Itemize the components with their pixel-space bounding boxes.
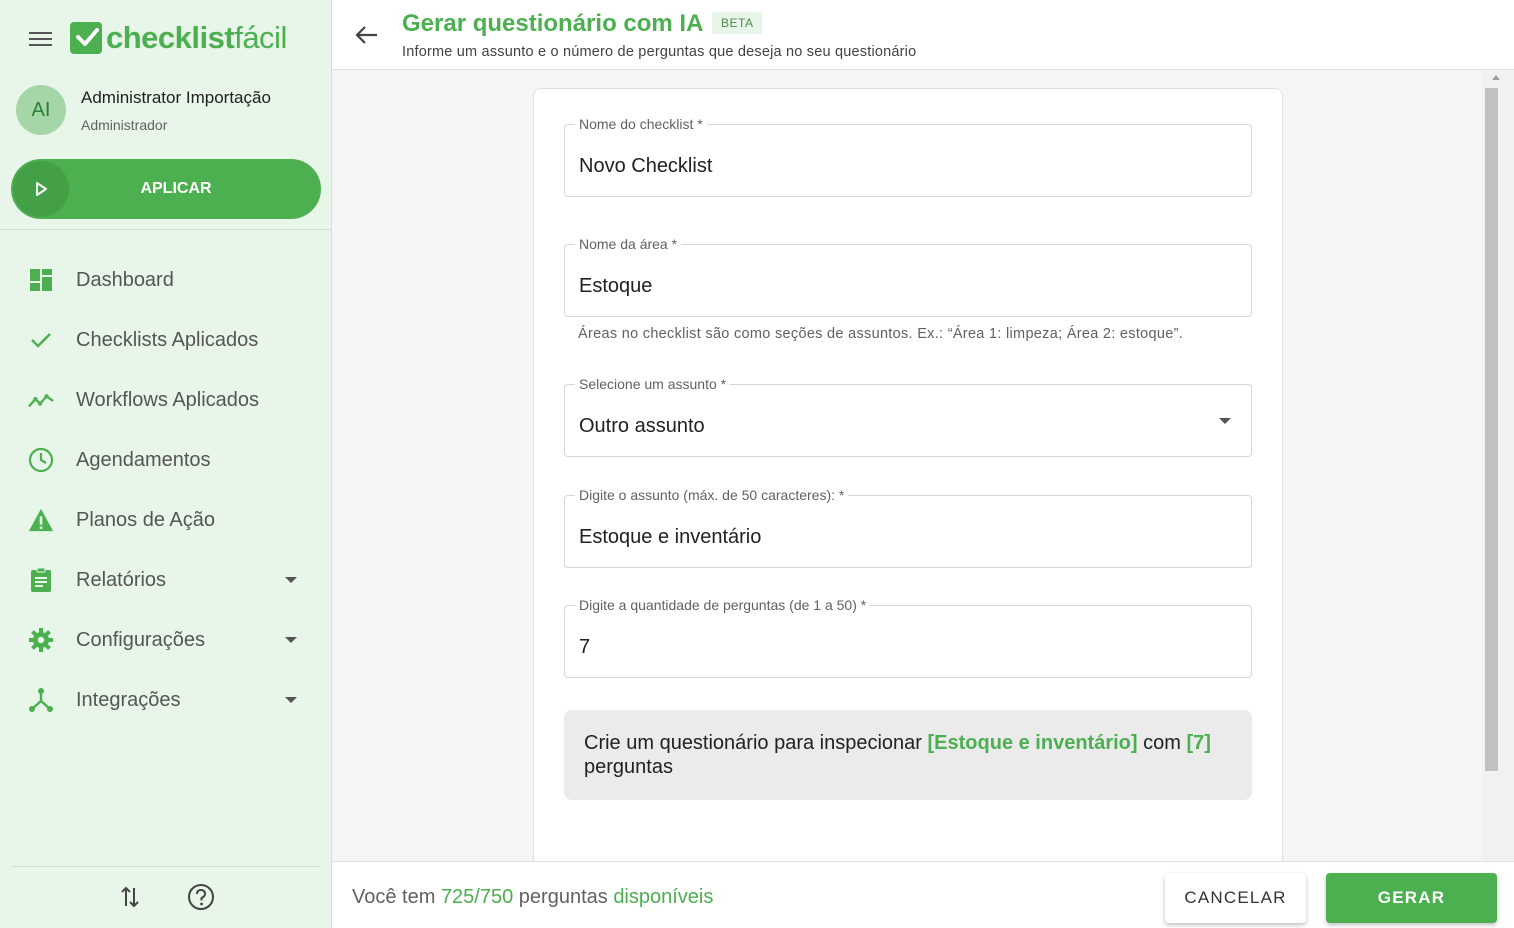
field-label: Digite a quantidade de perguntas (de 1 a… — [575, 597, 871, 613]
swap-vertical-icon[interactable] — [118, 884, 142, 915]
sidebar-footer — [0, 878, 331, 918]
check-icon — [28, 327, 54, 353]
sidebar-nav: Dashboard Checklists Aplicados Workflows… — [0, 250, 331, 730]
page-header: Gerar questionário com IA BETA Informe u… — [332, 0, 1514, 70]
warning-icon — [28, 507, 54, 533]
question-count-field[interactable]: Digite a quantidade de perguntas (de 1 a… — [564, 597, 1252, 678]
sidebar-item-label: Relatórios — [76, 568, 167, 591]
sidebar-item-label: Checklists Aplicados — [76, 328, 259, 351]
gear-icon — [28, 627, 54, 653]
apply-button[interactable]: APLICAR — [11, 159, 321, 219]
user-name: Administrator Importação — [81, 87, 271, 107]
integration-icon — [28, 687, 54, 713]
sidebar: checklistfácil AI Administrator Importaç… — [0, 0, 332, 928]
sidebar-item-label: Agendamentos — [76, 448, 211, 471]
field-value[interactable]: Estoque e inventário — [579, 526, 761, 549]
quota-value: 725/750 — [440, 886, 514, 908]
area-name-field[interactable]: Nome da área * Estoque — [564, 236, 1252, 317]
scrollbar[interactable] — [1482, 71, 1514, 861]
sidebar-item-label: Planos de Ação — [76, 508, 215, 531]
main-content: Nome do checklist * Novo Checklist Nome … — [332, 71, 1482, 861]
play-icon — [13, 161, 69, 217]
apply-button-label: APLICAR — [140, 180, 212, 197]
chevron-down-icon[interactable] — [285, 697, 297, 703]
sidebar-item-label: Dashboard — [76, 268, 174, 291]
sidebar-item-label: Configurações — [76, 628, 205, 651]
selected-value[interactable]: Outro assunto — [579, 415, 705, 438]
sidebar-item-integracoes[interactable]: Integrações — [0, 670, 331, 730]
quota-text: Você tem 725/750 perguntas disponíveis — [352, 886, 713, 909]
summary-suffix: perguntas — [584, 756, 673, 778]
sidebar-item-label: Workflows Aplicados — [76, 388, 260, 411]
sidebar-item-label: Integrações — [76, 688, 181, 711]
field-value[interactable]: Estoque — [579, 275, 652, 298]
sidebar-item-planos[interactable]: Planos de Ação — [0, 490, 331, 550]
user-profile[interactable]: AI Administrator Importação Administrado… — [16, 85, 271, 135]
summary-middle: com — [1137, 732, 1187, 754]
help-icon[interactable] — [187, 883, 215, 916]
quota-available: disponíveis — [613, 886, 714, 908]
page-footer: Você tem 725/750 perguntas disponíveis C… — [332, 861, 1514, 928]
field-label: Selecione um assunto * — [575, 376, 731, 392]
field-value[interactable]: Novo Checklist — [579, 155, 712, 178]
chevron-down-icon[interactable] — [285, 577, 297, 583]
cancel-button[interactable]: CANCELAR — [1165, 873, 1306, 923]
sidebar-item-agendamentos[interactable]: Agendamentos — [0, 430, 331, 490]
clock-icon — [28, 447, 54, 473]
scroll-up-icon[interactable] — [1492, 75, 1500, 80]
divider — [0, 229, 331, 230]
subject-select[interactable]: Selecione um assunto * Outro assunto — [564, 376, 1252, 457]
generate-button[interactable]: GERAR — [1326, 873, 1497, 923]
sidebar-item-workflows[interactable]: Workflows Aplicados — [0, 370, 331, 430]
avatar: AI — [16, 85, 66, 135]
sidebar-item-checklists[interactable]: Checklists Aplicados — [0, 310, 331, 370]
field-label: Digite o assunto (máx. de 50 caracteres)… — [575, 487, 849, 503]
trending-icon — [28, 387, 54, 413]
logo[interactable]: checklistfácil — [70, 18, 287, 58]
sidebar-item-dashboard[interactable]: Dashboard — [0, 250, 331, 310]
chevron-down-icon[interactable] — [285, 637, 297, 643]
menu-icon[interactable] — [26, 26, 56, 52]
quota-middle: perguntas — [513, 886, 614, 908]
summary-count: [7] — [1186, 732, 1211, 754]
field-label: Nome do checklist * — [575, 116, 707, 132]
logo-check-icon — [70, 22, 102, 54]
user-role: Administrador — [81, 116, 168, 133]
area-helper-text: Áreas no checklist são como seções de as… — [578, 326, 1184, 342]
divider — [11, 866, 321, 867]
summary-subject: [Estoque e inventário] — [927, 732, 1138, 754]
subject-text-field[interactable]: Digite o assunto (máx. de 50 caracteres)… — [564, 487, 1252, 568]
form-card: Nome do checklist * Novo Checklist Nome … — [533, 88, 1283, 861]
dashboard-icon — [28, 267, 54, 293]
field-value[interactable]: 7 — [579, 636, 590, 659]
sidebar-item-relatorios[interactable]: Relatórios — [0, 550, 331, 610]
dropdown-arrow-icon[interactable] — [1219, 418, 1231, 424]
clipboard-icon — [28, 567, 54, 593]
page-subtitle: Informe um assunto e o número de pergunt… — [402, 44, 917, 60]
scrollbar-thumb[interactable] — [1485, 88, 1498, 771]
field-label: Nome da área * — [575, 236, 682, 252]
logo-text: checklistfácil — [106, 20, 287, 55]
back-arrow-icon[interactable] — [354, 22, 380, 53]
sidebar-item-configuracoes[interactable]: Configurações — [0, 610, 331, 670]
page-title: Gerar questionário com IA — [402, 10, 704, 37]
quota-prefix: Você tem — [352, 886, 441, 908]
summary-prefix: Crie um questionário para inspecionar — [584, 732, 928, 754]
prompt-summary: Crie um questionário para inspecionar [E… — [564, 710, 1252, 800]
checklist-name-field[interactable]: Nome do checklist * Novo Checklist — [564, 116, 1252, 197]
beta-badge: BETA — [712, 12, 763, 34]
